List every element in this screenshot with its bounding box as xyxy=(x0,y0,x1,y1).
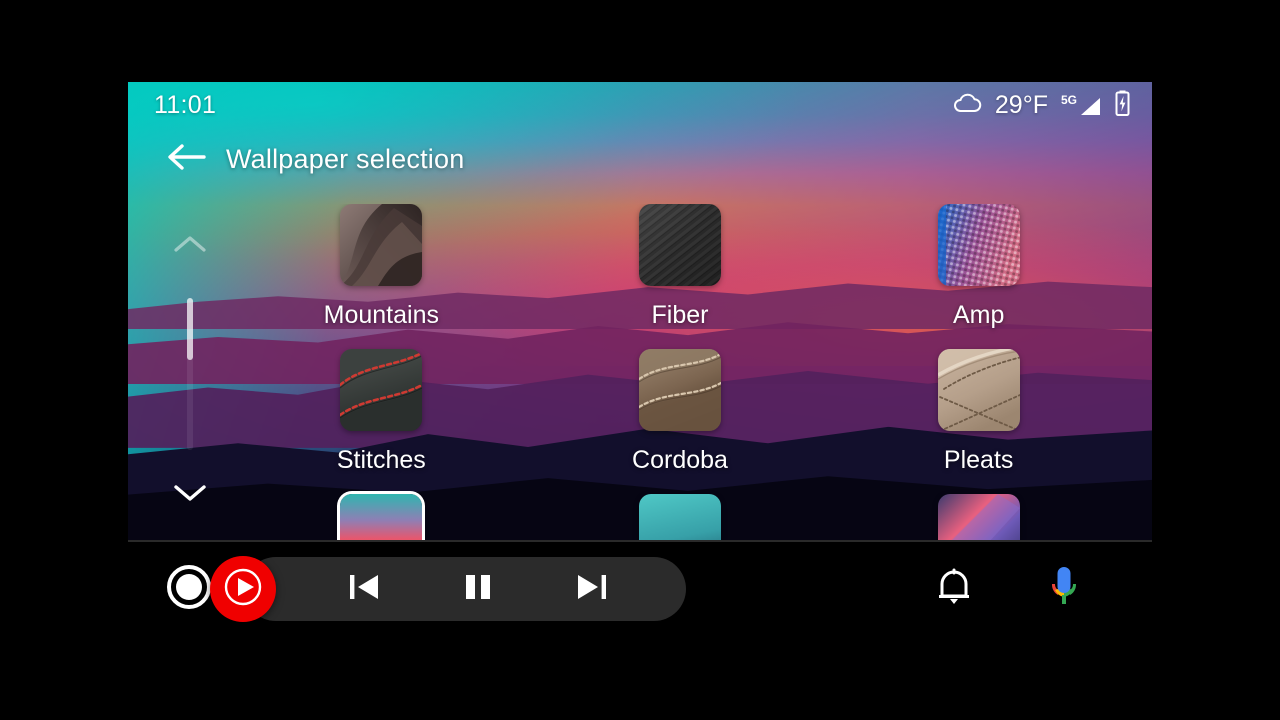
next-track-button[interactable] xyxy=(554,561,630,617)
teal-swatch xyxy=(638,494,721,540)
aurora-swatch xyxy=(937,494,1020,540)
arrow-left-icon xyxy=(166,141,206,178)
skip-next-icon xyxy=(572,570,612,609)
page-title: Wallpaper selection xyxy=(226,143,465,174)
wallpaper-item-pleats[interactable]: Pleats xyxy=(829,349,1128,494)
status-bar: 11:01 29°F 5G xyxy=(128,82,1152,128)
wallpaper-label: Pleats xyxy=(943,446,1014,474)
skip-previous-icon xyxy=(344,570,384,609)
status-indicators: 29°F 5G xyxy=(952,90,1130,121)
signal-bars-icon: 5G xyxy=(1061,94,1102,117)
scrollbar-track[interactable] xyxy=(187,298,193,450)
cloud-icon xyxy=(952,92,982,119)
fiber-swatch xyxy=(638,204,721,286)
battery-charging-icon xyxy=(1115,90,1130,121)
wallpaper-label: Amp xyxy=(952,301,1005,329)
mountains-swatch xyxy=(340,204,423,286)
chevron-down-icon[interactable] xyxy=(173,483,207,508)
chevron-up-icon[interactable] xyxy=(173,234,207,259)
pause-icon xyxy=(461,570,495,609)
wallpaper-label: Mountains xyxy=(323,301,439,329)
media-controls-pill xyxy=(210,556,686,622)
network-type-label: 5G xyxy=(1060,92,1077,107)
home-circle-icon xyxy=(164,562,214,617)
status-clock: 11:01 xyxy=(154,90,217,119)
car-display-screen: 11:01 29°F 5G Wallpaper selection Mounta… xyxy=(128,82,1152,540)
wallpaper-item-mountains[interactable]: Mountains xyxy=(232,204,531,349)
assistant-button[interactable] xyxy=(1038,563,1090,615)
pause-button[interactable] xyxy=(440,561,516,617)
play-button[interactable] xyxy=(210,556,276,622)
navigation-bar xyxy=(128,540,1152,638)
back-button[interactable] xyxy=(158,131,214,187)
microphone-icon xyxy=(1044,564,1084,615)
wallpaper-item-fiber[interactable]: Fiber xyxy=(531,204,830,349)
nav-divider xyxy=(128,540,1152,542)
amp-swatch xyxy=(937,204,1020,286)
bell-icon xyxy=(934,566,974,613)
wallpaper-label: Fiber xyxy=(651,301,709,329)
wallpaper-label: Cordoba xyxy=(632,446,728,474)
notifications-button[interactable] xyxy=(928,563,980,615)
stitches-swatch xyxy=(340,349,423,431)
wallpaper-item-aurora[interactable] xyxy=(829,494,1128,540)
temperature-reading: 29°F xyxy=(994,90,1048,119)
wallpaper-item-sunset[interactable] xyxy=(232,494,531,540)
wallpaper-item-amp[interactable]: Amp xyxy=(829,204,1128,349)
cordoba-swatch xyxy=(638,349,721,431)
previous-track-button[interactable] xyxy=(326,561,402,617)
wallpaper-item-teal[interactable] xyxy=(531,494,830,540)
scrollbar-thumb[interactable] xyxy=(187,298,193,360)
wallpaper-item-cordoba[interactable]: Cordoba xyxy=(531,349,830,494)
sunset-swatch xyxy=(340,494,423,540)
pleats-swatch xyxy=(937,349,1020,431)
play-circle-icon xyxy=(218,562,268,617)
wallpaper-grid: Mountains Fiber Amp Stitches Cordoba Ple… xyxy=(232,204,1128,540)
wallpaper-item-stitches[interactable]: Stitches xyxy=(232,349,531,494)
wallpaper-label: Stitches xyxy=(336,446,426,474)
scroll-rail xyxy=(162,222,218,540)
page-header: Wallpaper selection xyxy=(128,130,1152,188)
nav-right-group xyxy=(928,563,1090,615)
